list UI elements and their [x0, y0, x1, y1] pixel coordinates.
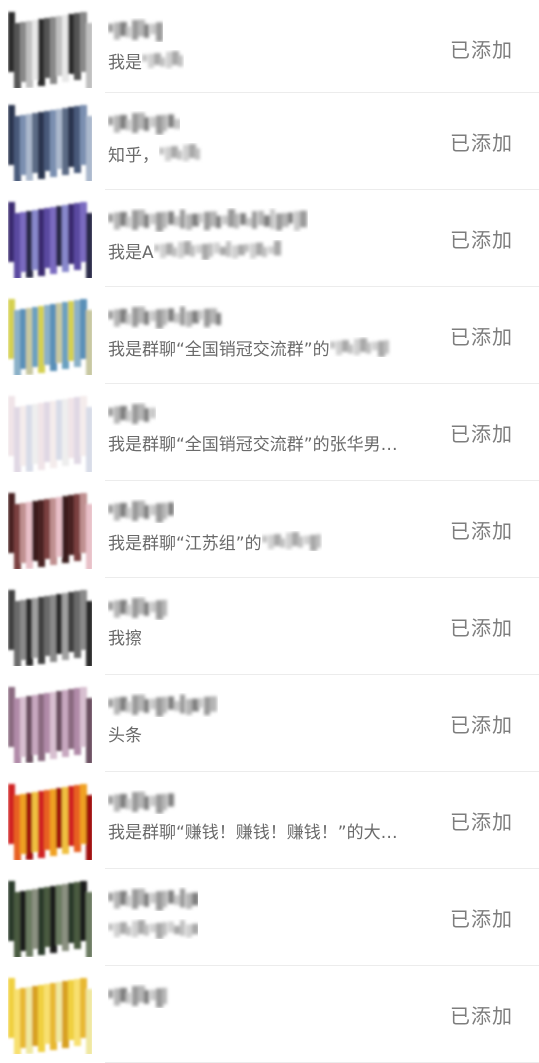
contact-row[interactable]: 头条 已添加	[0, 675, 539, 772]
contact-request-message: 我是群聊“江苏组”的	[108, 531, 322, 557]
added-status-label: 已添加	[450, 325, 513, 349]
contact-row[interactable]: 我是 已添加	[0, 0, 539, 93]
added-status-label: 已添加	[450, 131, 513, 155]
contact-list: 我是 已添加 知乎， 已添加 我是A 已添加 我是群聊“全国销冠交流群”的 已添加 我是群聊“全…	[0, 0, 539, 1063]
contact-name-redacted	[108, 887, 198, 913]
message-redacted	[153, 240, 284, 266]
contact-request-message: 我是群聊“赚钱！赚钱！赚钱！”的大…	[108, 823, 398, 843]
contact-row[interactable]: 已添加	[0, 869, 539, 966]
added-status-label: 已添加	[450, 810, 513, 834]
avatar[interactable]	[8, 974, 92, 1054]
contact-name-redacted	[108, 693, 218, 719]
contact-request-message	[108, 919, 198, 945]
avatar[interactable]	[8, 8, 92, 88]
contact-name-redacted	[108, 18, 163, 44]
contact-row[interactable]: 知乎， 已添加	[0, 93, 539, 190]
contact-request-message: 我是群聊“全国销冠交流群”的	[108, 337, 392, 363]
avatar[interactable]	[8, 198, 92, 278]
contact-name-redacted	[108, 499, 174, 525]
added-status-label: 已添加	[450, 228, 513, 252]
contact-row[interactable]: 已添加	[0, 966, 539, 1063]
added-status-label: 已添加	[450, 907, 513, 931]
contact-name-redacted	[108, 208, 308, 234]
added-status-label: 已添加	[450, 422, 513, 446]
contact-row[interactable]: 我是群聊“全国销冠交流群”的张华男… 已添加	[0, 384, 539, 481]
contact-row[interactable]: 我是群聊“江苏组”的 已添加	[0, 481, 539, 578]
contact-name-redacted	[108, 984, 172, 1010]
contact-request-message: 我是	[108, 50, 184, 76]
added-status-label: 已添加	[450, 38, 513, 62]
contact-request-message: 知乎，	[108, 143, 203, 169]
added-status-label: 已添加	[450, 616, 513, 640]
contact-row[interactable]: 我是A 已添加	[0, 190, 539, 287]
message-redacted	[159, 143, 203, 169]
avatar[interactable]	[8, 392, 92, 472]
message-redacted	[108, 919, 198, 945]
contact-row[interactable]: 我擦 已添加	[0, 578, 539, 675]
contact-name-redacted	[108, 111, 180, 137]
contact-row[interactable]: 我是群聊“赚钱！赚钱！赚钱！”的大… 已添加	[0, 772, 539, 869]
avatar[interactable]	[8, 877, 92, 957]
contact-request-message: 我是群聊“全国销冠交流群”的张华男…	[108, 435, 398, 455]
message-redacted	[329, 337, 392, 363]
contact-row[interactable]: 我是群聊“全国销冠交流群”的 已添加	[0, 287, 539, 384]
avatar[interactable]	[8, 489, 92, 569]
contact-request-message: 我是A	[108, 240, 284, 266]
contact-name-redacted	[108, 305, 226, 331]
avatar[interactable]	[8, 101, 92, 181]
message-redacted	[261, 531, 322, 557]
contact-name-redacted	[108, 596, 170, 622]
contact-request-message: 头条	[108, 726, 142, 746]
avatar[interactable]	[8, 780, 92, 860]
added-status-label: 已添加	[450, 713, 513, 737]
contact-name-redacted	[108, 790, 178, 816]
avatar[interactable]	[8, 295, 92, 375]
contact-name-redacted	[108, 402, 156, 428]
message-redacted	[142, 50, 184, 76]
added-status-label: 已添加	[450, 519, 513, 543]
avatar[interactable]	[8, 586, 92, 666]
contact-request-message: 我擦	[108, 629, 142, 649]
added-status-label: 已添加	[450, 1004, 513, 1028]
avatar[interactable]	[8, 683, 92, 763]
